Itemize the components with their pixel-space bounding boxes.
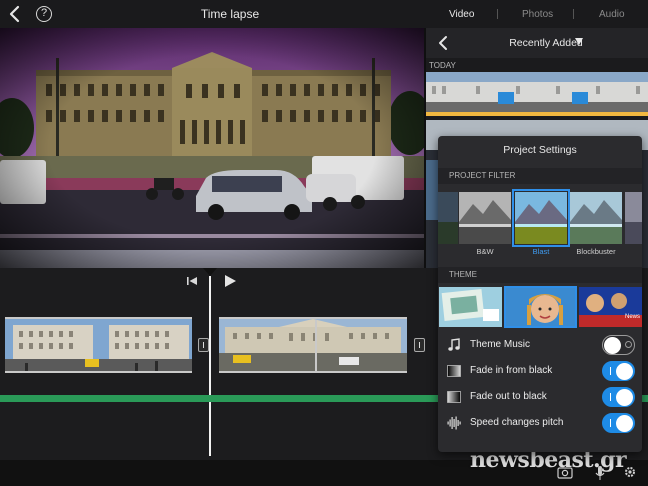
dropdown-triangle-icon[interactable] <box>575 38 583 45</box>
theme-picker: News <box>438 286 642 328</box>
toggle-on-mark <box>610 393 611 401</box>
top-bar: ? Time lapse Video Photos Audio <box>0 0 648 28</box>
option-label: Fade in from black <box>470 365 553 376</box>
media-clip[interactable] <box>426 72 648 116</box>
option-label: Speed changes pitch <box>470 417 564 428</box>
theme-image <box>505 287 576 327</box>
music-note-icon <box>448 338 460 351</box>
theme-image <box>439 287 502 327</box>
popover-title: Project Settings <box>503 144 577 156</box>
filter-blast[interactable] <box>512 189 570 247</box>
video-viewer[interactable] <box>0 28 424 268</box>
project-settings-popover: Project Settings PROJECT FILTER B&W Blas… <box>438 136 642 452</box>
filter-label: B&W <box>476 247 494 256</box>
skip-to-start-icon[interactable] <box>186 276 198 286</box>
theme-thumbnail[interactable]: News <box>579 287 642 327</box>
filter-next[interactable] <box>625 192 642 244</box>
clip-thumbnail <box>426 72 648 116</box>
playhead[interactable] <box>209 276 211 456</box>
timeline-clip-1[interactable] <box>5 317 192 373</box>
toggle-on-mark <box>610 367 611 375</box>
album-title: Recently Added <box>509 37 583 49</box>
tab-video[interactable]: Video <box>449 9 474 20</box>
fade-in-toggle[interactable] <box>602 361 635 381</box>
speed-pitch-toggle[interactable] <box>602 413 635 433</box>
option-theme-music[interactable]: Theme Music <box>438 332 642 358</box>
filter-none[interactable] <box>438 192 458 244</box>
waveform-icon <box>447 416 461 430</box>
play-icon[interactable] <box>223 274 237 288</box>
filter-thumbnail <box>570 192 622 244</box>
project-title: Time lapse <box>200 7 260 21</box>
filter-label: Blockbuster <box>576 247 616 256</box>
playhead-handle[interactable] <box>203 268 217 276</box>
tab-divider <box>497 9 498 19</box>
toggle-knob <box>616 415 633 432</box>
project-filter-header: PROJECT FILTER <box>438 168 642 184</box>
toggle-off-mark <box>625 341 632 348</box>
timeline-clip-2[interactable] <box>219 317 407 373</box>
transition-marker[interactable] <box>198 338 209 352</box>
toggle-knob <box>616 389 633 406</box>
browser-back-icon[interactable] <box>438 35 448 51</box>
back-chevron-icon[interactable] <box>6 4 24 24</box>
toggle-on-mark <box>610 419 611 427</box>
clip-thumbnail <box>5 319 192 371</box>
toggle-knob <box>616 363 633 380</box>
fade-in-icon <box>447 365 461 377</box>
filter-thumbnail <box>438 192 458 244</box>
theme-header: THEME <box>438 267 642 283</box>
toggle-knob <box>604 337 621 354</box>
clip-thumbnail <box>219 319 407 371</box>
theme-image <box>579 287 642 327</box>
filter-blockbuster[interactable] <box>570 192 622 244</box>
option-label: Fade out to black <box>470 391 547 402</box>
tab-audio[interactable]: Audio <box>599 9 625 20</box>
option-fade-in[interactable]: Fade in from black <box>438 358 642 384</box>
option-speed-pitch[interactable]: Speed changes pitch <box>438 410 642 436</box>
album-selector[interactable]: Recently Added <box>486 37 606 49</box>
theme-music-toggle[interactable] <box>602 335 635 355</box>
filter-thumbnail <box>515 192 567 244</box>
filter-label: Blast <box>532 247 550 256</box>
browser-header: Recently Added <box>426 28 648 58</box>
filter-thumbnail <box>459 192 511 244</box>
section-label: THEME <box>449 270 477 279</box>
fade-out-toggle[interactable] <box>602 387 635 407</box>
option-label: Theme Music <box>470 339 531 350</box>
tab-photos[interactable]: Photos <box>522 9 553 20</box>
option-fade-out[interactable]: Fade out to black <box>438 384 642 410</box>
section-today: TODAY <box>429 61 456 70</box>
filter-picker: B&W Blast Blockbuster <box>438 188 642 266</box>
theme-thumbnail[interactable] <box>439 287 502 327</box>
fade-out-icon <box>447 391 461 403</box>
filter-bw[interactable] <box>459 192 511 244</box>
section-label: PROJECT FILTER <box>449 171 516 180</box>
theme-thumbnail-selected[interactable] <box>504 286 577 328</box>
tab-divider <box>573 9 574 19</box>
filter-thumbnail <box>625 192 642 244</box>
help-button[interactable]: ? <box>36 6 52 22</box>
transition-marker[interactable] <box>414 338 425 352</box>
theme-badge: News <box>624 314 640 320</box>
question-icon: ? <box>40 7 48 19</box>
preview-frame <box>0 28 424 268</box>
